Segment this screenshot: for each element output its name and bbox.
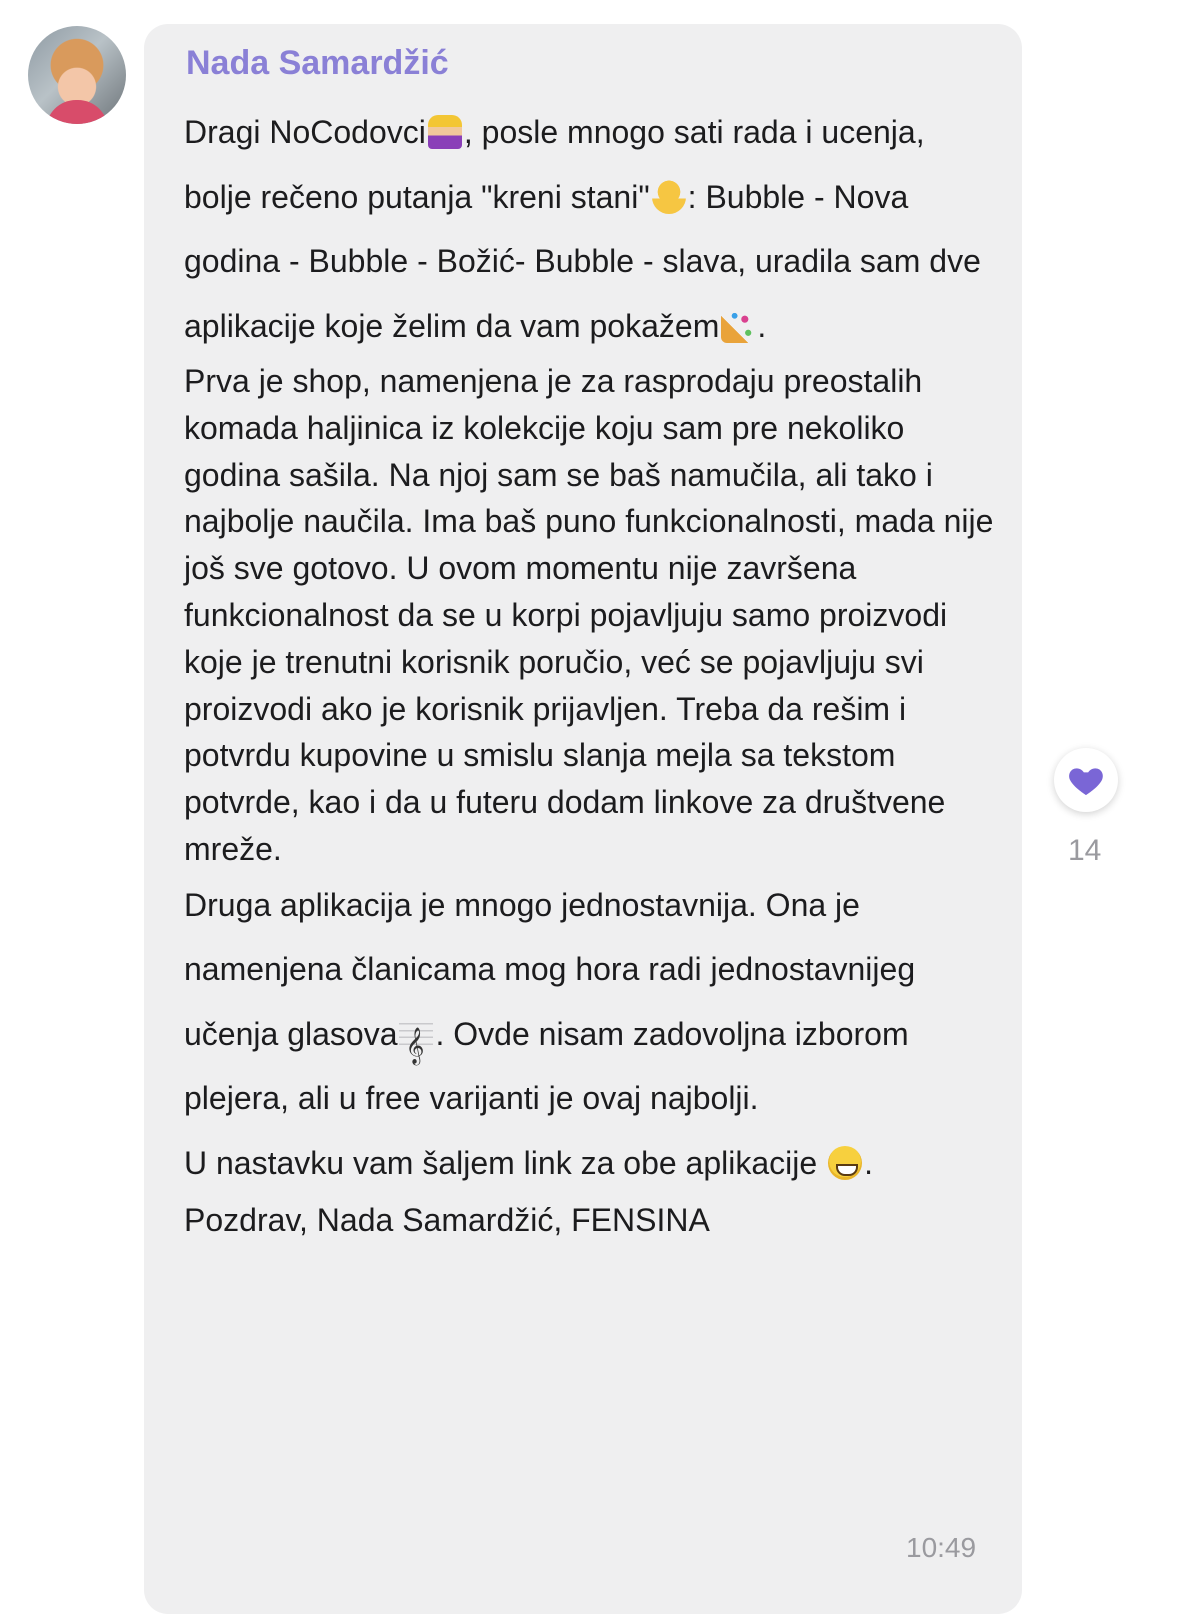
- message-paragraph-links: U nastavku vam šaljem link za obe aplika…: [184, 1131, 994, 1196]
- message-timestamp: 10:49: [906, 1532, 977, 1563]
- reaction-button[interactable]: [1054, 748, 1118, 812]
- message-text: .: [864, 1144, 873, 1181]
- message-body: Dragi NoCodovci, posle mnogo sati rada i…: [184, 100, 994, 1245]
- purple-heart-icon: [1069, 768, 1103, 795]
- face-with-hand-emoji-icon: [651, 179, 686, 214]
- message-text: .: [757, 307, 767, 344]
- message-paragraph-shop: Prva je shop, namenjena je za rasprodaju…: [184, 363, 994, 867]
- sender-name[interactable]: Nada Samardžić: [186, 44, 449, 83]
- party-popper-emoji-icon: [721, 308, 756, 343]
- message-text: Dragi NoCodovci: [184, 114, 426, 150]
- message-paragraph-intro: Dragi NoCodovci, posle mnogo sati rada i…: [184, 100, 994, 358]
- musical-score-emoji-icon: [399, 1013, 434, 1077]
- avatar-shirt: [46, 100, 108, 124]
- message-text: U nastavku vam šaljem link za obe aplika…: [184, 1144, 827, 1181]
- message-paragraph-choir: Druga aplikacija je mnogo jednostavnija.…: [184, 873, 994, 1131]
- grinning-face-emoji-icon: [828, 1145, 863, 1180]
- reaction-count: 14: [1068, 834, 1102, 867]
- sender-avatar[interactable]: [28, 26, 126, 124]
- superhero-emoji-icon: [427, 115, 462, 149]
- message-signature: Pozdrav, Nada Samardžić, FENSINA: [184, 1202, 710, 1239]
